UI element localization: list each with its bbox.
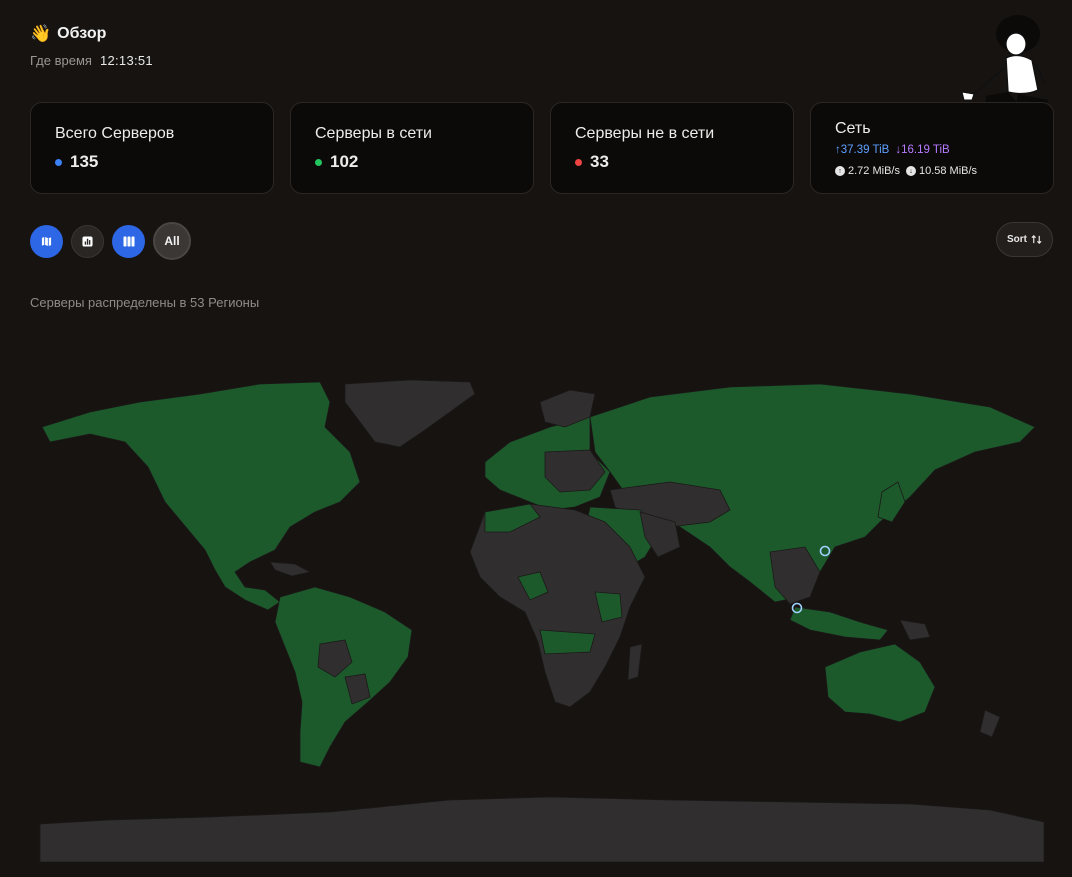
region-north-america	[41, 381, 361, 611]
sort-arrows-icon	[1031, 234, 1042, 245]
grid-view-button[interactable]	[112, 224, 145, 258]
region-central-africa	[539, 629, 596, 655]
page-title: 👋 Обзор	[30, 24, 153, 44]
world-map	[39, 379, 1045, 863]
map-view-button[interactable]	[30, 224, 63, 258]
time-label: Где время	[30, 53, 92, 68]
page-title-text: Обзор	[57, 25, 107, 42]
status-dot	[55, 158, 62, 166]
region-madagascar	[627, 643, 643, 681]
chart-icon	[82, 235, 93, 247]
status-dot	[315, 158, 322, 166]
download-arrow-icon: ↓	[905, 166, 916, 176]
summary-cards: Всего Серверов 135 Серверы в сети 102 Се…	[30, 102, 1054, 194]
total-count: 135	[70, 152, 99, 171]
status-dot	[575, 158, 582, 166]
network-speeds: ↑ 2.72 MiB/s ↓ 10.58 MiB/s	[835, 165, 1029, 177]
map-icon	[41, 236, 52, 246]
online-servers-card[interactable]: Серверы в сети 102	[290, 102, 534, 194]
region-greenland	[344, 379, 476, 448]
region-papua	[899, 619, 931, 641]
offline-servers-card[interactable]: Серверы не в сети 33	[550, 102, 794, 194]
download-speed-group: ↓ 10.58 MiB/s	[905, 165, 978, 177]
region-australia	[824, 643, 936, 723]
download-total: ↓16.19 TiB	[895, 144, 950, 156]
page-header: 👋 Обзор Где время 12:13:51	[30, 24, 153, 68]
card-title: Сеть	[835, 120, 871, 137]
time-display: Где время 12:13:51	[30, 53, 153, 68]
upload-speed: 2.72 MiB/s	[848, 165, 900, 177]
region-indonesia	[789, 606, 889, 641]
all-filter-button[interactable]: All	[153, 222, 191, 260]
online-count: 102	[330, 152, 359, 171]
card-value: 102	[315, 152, 509, 172]
chart-view-button[interactable]	[71, 224, 104, 258]
sort-button[interactable]: Sort	[996, 222, 1053, 257]
card-value: 33	[575, 152, 769, 172]
region-antarctica	[39, 796, 1045, 863]
upload-total: ↑37.39 TiB	[835, 144, 890, 156]
regions-summary: Серверы распределены в 53 Регионы	[30, 295, 260, 310]
network-totals: ↑37.39 TiB ↓16.19 TiB	[835, 144, 1029, 156]
download-speed: 10.58 MiB/s	[918, 165, 978, 177]
region-new-zealand	[979, 709, 1001, 738]
offline-count: 33	[590, 152, 609, 171]
network-card[interactable]: Сеть ↑37.39 TiB ↓16.19 TiB ↑ 2.72 MiB/s …	[810, 102, 1054, 194]
upload-speed-group: ↑ 2.72 MiB/s	[835, 165, 900, 177]
card-title: Всего Серверов	[55, 125, 175, 142]
card-title: Серверы в сети	[315, 125, 432, 142]
total-servers-card[interactable]: Всего Серверов 135	[30, 102, 274, 194]
sort-label: Sort	[1007, 234, 1027, 245]
time-value: 12:13:51	[99, 53, 153, 68]
upload-arrow-icon: ↑	[835, 166, 845, 176]
columns-icon	[123, 236, 134, 246]
wave-icon: 👋	[30, 24, 52, 43]
card-title: Серверы не в сети	[575, 125, 715, 142]
view-toolbar: All	[30, 222, 191, 260]
region-caribbean	[269, 561, 312, 577]
card-value: 135	[55, 152, 249, 172]
region-south-america	[274, 586, 413, 768]
